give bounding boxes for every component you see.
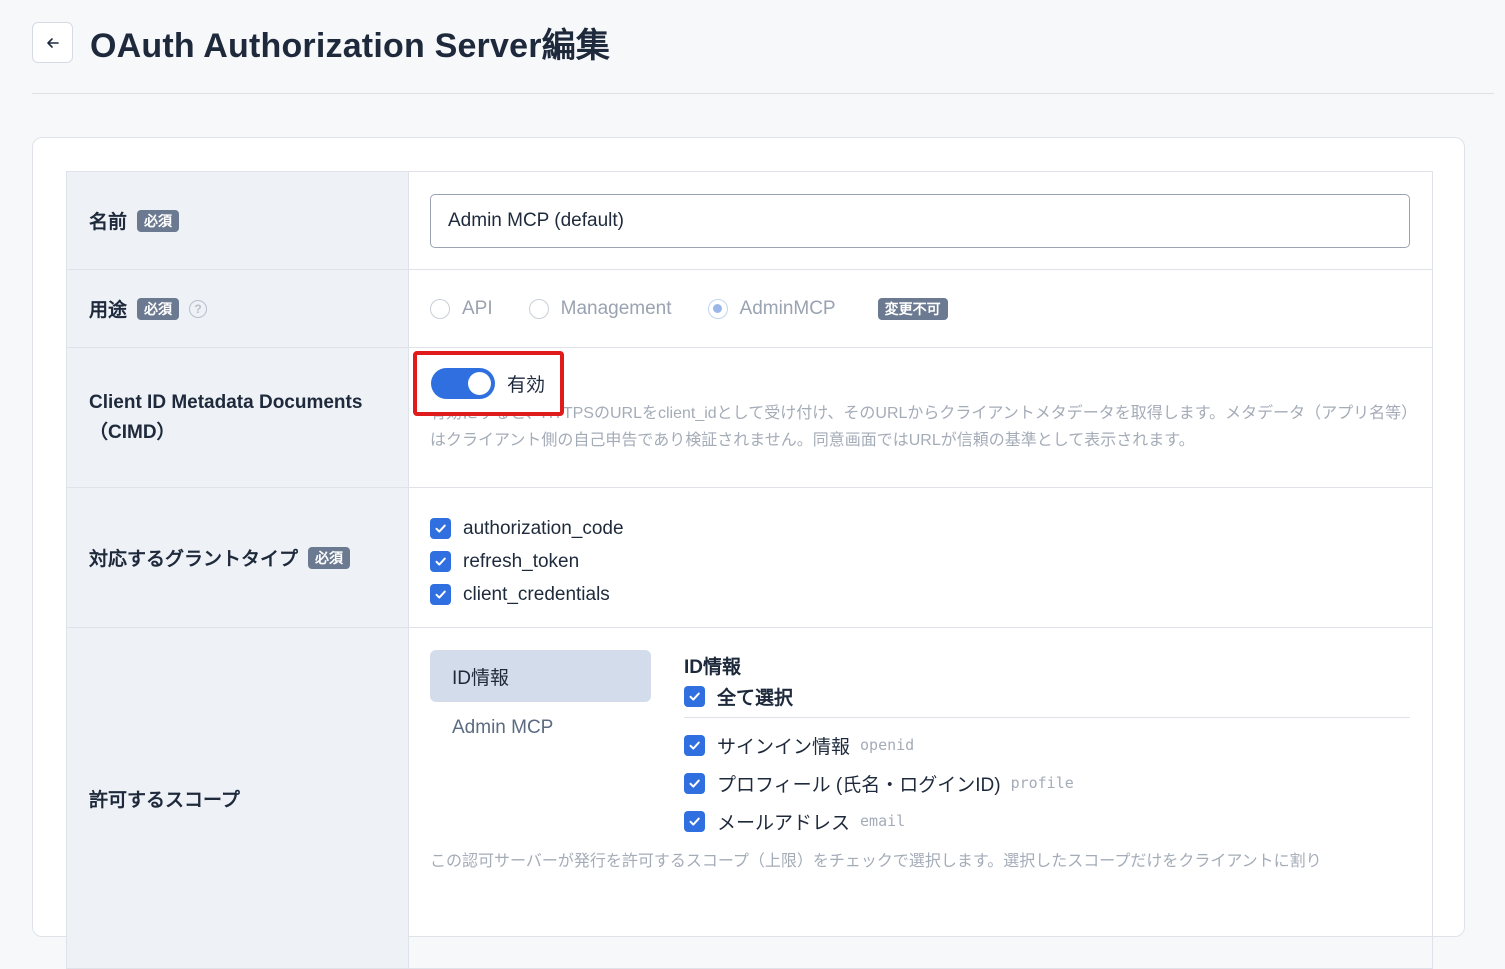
radio-adminmcp[interactable]: AdminMCP xyxy=(707,298,836,320)
grant-authorization-code[interactable]: authorization_code xyxy=(430,512,624,545)
name-label: 名前 xyxy=(89,212,128,233)
scope-label-cell: 許可するスコープ xyxy=(67,628,409,968)
scope-panel-title: ID情報 xyxy=(684,657,742,678)
checkbox-checked-icon xyxy=(430,518,451,539)
grant-label: 対応するグラントタイプ xyxy=(89,549,299,570)
form-card: 名前 必須 用途 必須 ? API xyxy=(32,137,1465,969)
scope-openid[interactable]: サインイン情報 openid xyxy=(684,726,1410,764)
scope-item-label: メールアドレス xyxy=(717,812,851,834)
scope-tab-admin-mcp[interactable]: Admin MCP xyxy=(430,702,651,754)
scope-item-code: profile xyxy=(1010,774,1074,792)
back-button[interactable] xyxy=(32,22,73,63)
locked-badge: 変更不可 xyxy=(877,298,948,320)
header-divider xyxy=(32,93,1494,94)
scope-profile[interactable]: プロフィール (氏名・ログインID) profile xyxy=(684,764,1410,802)
grant-label-cell: 対応するグラントタイプ 必須 xyxy=(67,488,409,627)
arrow-left-icon xyxy=(46,37,59,48)
checkbox-checked-icon xyxy=(684,810,705,832)
radio-api[interactable]: API xyxy=(430,298,493,320)
scope-tab-id-info[interactable]: ID情報 xyxy=(430,650,651,702)
page-header: OAuth Authorization Server編集 xyxy=(32,18,610,67)
required-badge: 必須 xyxy=(308,546,351,569)
scope-row: 許可するスコープ ID情報 Admin MCP ID情報 全て選択 サインイン情… xyxy=(67,628,1432,968)
cimd-toggle-label: 有効 xyxy=(507,375,546,396)
usage-row: 用途 必須 ? API Management AdminMCP 変更不可 xyxy=(67,270,1432,348)
usage-label: 用途 xyxy=(89,300,128,321)
required-badge: 必須 xyxy=(137,297,180,320)
scope-item-code: email xyxy=(860,812,906,830)
checkbox-checked-icon xyxy=(430,551,451,572)
scope-email[interactable]: メールアドレス email xyxy=(684,802,1410,840)
page-title: OAuth Authorization Server編集 xyxy=(90,27,611,65)
radio-management-label: Management xyxy=(560,298,672,319)
scope-item-label: プロフィール (氏名・ログインID) xyxy=(717,774,1001,796)
scope-item-code: openid xyxy=(860,736,915,754)
grant-label-text: refresh_token xyxy=(463,550,580,572)
select-all-label: 全て選択 xyxy=(717,688,794,709)
cimd-toggle[interactable] xyxy=(431,368,495,399)
cimd-label-cell: Client ID Metadata Documents（CIMD） xyxy=(67,348,409,487)
grant-label-text: authorization_code xyxy=(463,517,624,539)
radio-circle xyxy=(707,299,728,319)
grant-field-cell: authorization_code refresh_token client_… xyxy=(409,488,1432,627)
checkbox-checked-icon xyxy=(684,686,705,707)
checkbox-checked-icon xyxy=(684,734,705,756)
grant-row: 対応するグラントタイプ 必須 authorization_code refres… xyxy=(67,488,1432,628)
radio-management[interactable]: Management xyxy=(528,298,672,320)
name-field-cell xyxy=(409,172,1432,269)
cimd-field-cell: 有効にすると、HTTPSのURLをclient_idとして受け付け、そのURLか… xyxy=(409,348,1432,487)
select-all-checkbox[interactable]: 全て選択 xyxy=(684,680,1410,718)
scope-field-cell: ID情報 Admin MCP ID情報 全て選択 サインイン情報 openid xyxy=(409,628,1432,968)
cimd-label: Client ID Metadata Documents（CIMD） xyxy=(89,391,363,443)
cimd-toggle-highlight: 有効 xyxy=(413,351,564,416)
help-icon[interactable]: ? xyxy=(189,299,208,318)
usage-radio-group: API Management AdminMCP 変更不可 xyxy=(430,270,948,348)
radio-circle xyxy=(430,299,450,319)
checkbox-checked-icon xyxy=(430,584,451,605)
grant-list: authorization_code refresh_token client_… xyxy=(430,512,624,611)
scope-panel: ID情報 全て選択 サインイン情報 openid プロフィール (氏名・ログイン… xyxy=(684,652,1410,840)
grant-label-text: client_credentials xyxy=(463,583,610,605)
scope-help-text: この認可サーバーが発行を許可するスコープ（上限）をチェックで選択します。選択した… xyxy=(430,853,1322,870)
radio-adminmcp-label: AdminMCP xyxy=(739,298,836,319)
usage-field-cell: API Management AdminMCP 変更不可 xyxy=(409,270,1432,347)
form-table: 名前 必須 用途 必須 ? API xyxy=(66,171,1433,969)
scope-tabs: ID情報 Admin MCP xyxy=(430,650,651,754)
checkbox-checked-icon xyxy=(684,772,705,794)
scope-label: 許可するスコープ xyxy=(89,789,240,811)
name-input[interactable] xyxy=(430,194,1410,248)
radio-api-label: API xyxy=(462,298,493,319)
cimd-row: Client ID Metadata Documents（CIMD） 有効にする… xyxy=(67,348,1432,488)
required-badge: 必須 xyxy=(137,209,180,232)
cimd-help-text: 有効にすると、HTTPSのURLをclient_idとして受け付け、そのURLか… xyxy=(430,405,1410,449)
scope-item-label: サインイン情報 xyxy=(717,736,851,758)
name-row: 名前 必須 xyxy=(67,172,1432,270)
usage-label-cell: 用途 必須 ? xyxy=(67,270,409,347)
grant-client-credentials[interactable]: client_credentials xyxy=(430,578,624,611)
name-label-cell: 名前 必須 xyxy=(67,172,409,269)
grant-refresh-token[interactable]: refresh_token xyxy=(430,545,624,578)
radio-circle xyxy=(528,299,549,319)
